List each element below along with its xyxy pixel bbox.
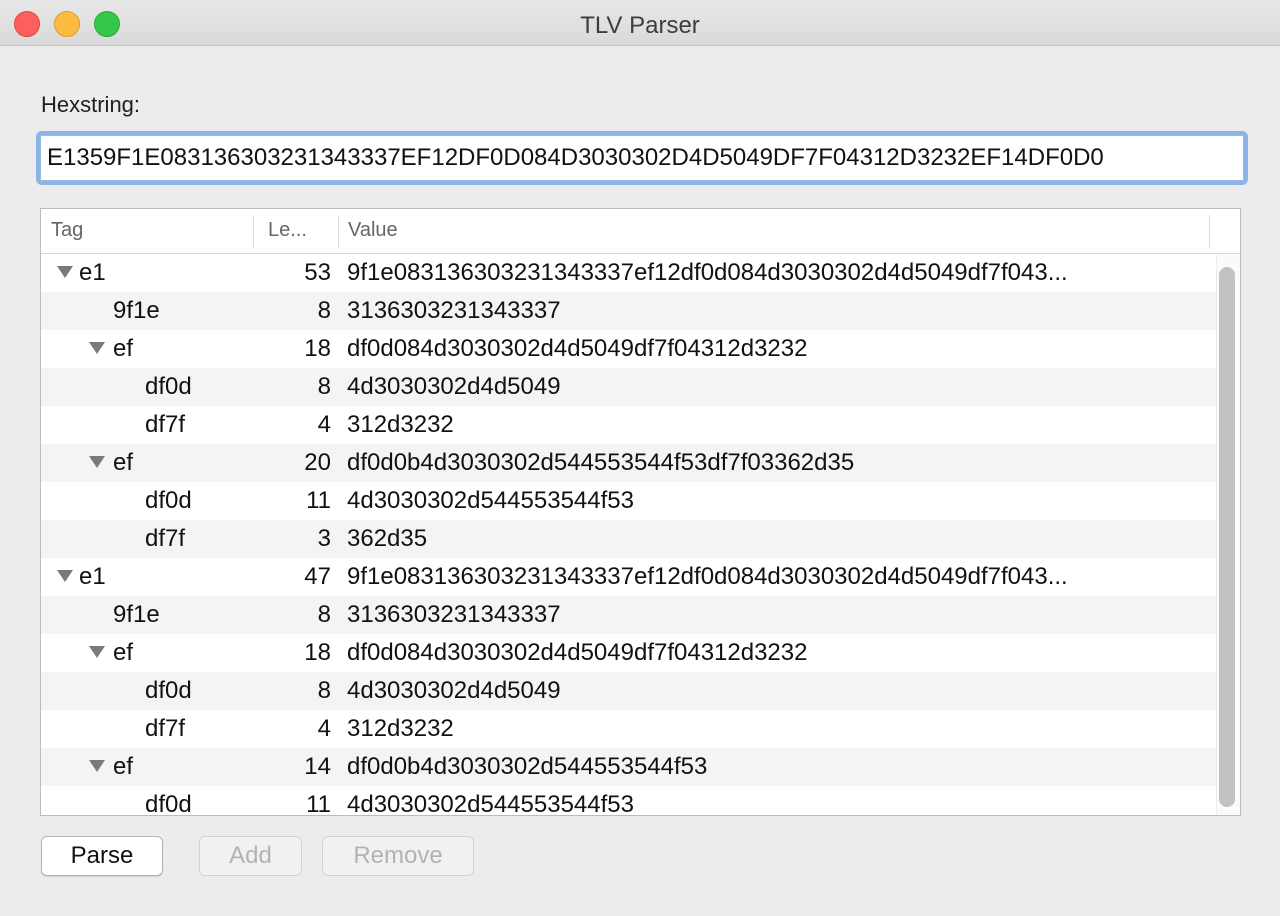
table-row[interactable]: df7f 4 312d3232: [41, 406, 1216, 444]
window-title: TLV Parser: [580, 12, 700, 39]
row-length: 3: [317, 525, 331, 552]
table-row[interactable]: ef 18 df0d084d3030302d4d5049df7f04312d3232: [41, 330, 1216, 368]
row-length: 14: [304, 753, 331, 780]
row-length: 53: [304, 259, 331, 286]
hexstring-field-focus-ring: [36, 131, 1248, 185]
table-row[interactable]: df0d 11 4d3030302d544553544f53: [41, 786, 1216, 816]
row-length: 4: [317, 411, 331, 438]
row-value: 3136303231343337: [347, 297, 561, 324]
table-row[interactable]: df0d 8 4d3030302d4d5049: [41, 672, 1216, 710]
row-tag: ef: [113, 639, 134, 666]
row-value: 3136303231343337: [347, 601, 561, 628]
remove-button[interactable]: Remove: [322, 836, 474, 876]
table-row[interactable]: df0d 8 4d3030302d4d5049: [41, 368, 1216, 406]
parse-button[interactable]: Parse: [41, 836, 163, 876]
row-value: 9f1e083136303231343337ef12df0d084d303030…: [347, 563, 1068, 590]
row-tag: df7f: [145, 525, 186, 552]
row-value: 312d3232: [347, 411, 454, 438]
disclosure-triangle-icon[interactable]: [57, 266, 73, 278]
add-button[interactable]: Add: [199, 836, 302, 876]
hexstring-input[interactable]: [40, 135, 1244, 181]
row-value: 4d3030302d544553544f53: [347, 487, 634, 514]
row-length: 18: [304, 335, 331, 362]
row-value: 312d3232: [347, 715, 454, 742]
row-tag: ef: [113, 449, 134, 476]
vertical-scrollbar-thumb[interactable]: [1219, 267, 1235, 807]
row-tag: df7f: [145, 411, 186, 438]
disclosure-triangle-icon[interactable]: [89, 760, 105, 772]
row-length: 8: [317, 297, 331, 324]
row-length: 4: [317, 715, 331, 742]
disclosure-triangle-icon[interactable]: [89, 342, 105, 354]
table-row[interactable]: 9f1e 8 3136303231343337: [41, 596, 1216, 634]
row-length: 11: [306, 791, 331, 816]
row-value: df0d084d3030302d4d5049df7f04312d3232: [347, 639, 808, 666]
title-bar: TLV Parser: [0, 0, 1280, 46]
disclosure-triangle-icon[interactable]: [89, 456, 105, 468]
column-header-value[interactable]: Value: [348, 219, 398, 242]
table-row[interactable]: df7f 3 362d35: [41, 520, 1216, 558]
column-header-length[interactable]: Le...: [268, 219, 307, 242]
row-length: 8: [317, 601, 331, 628]
row-tag: ef: [113, 335, 134, 362]
row-length: 8: [317, 677, 331, 704]
table-row[interactable]: df0d 11 4d3030302d544553544f53: [41, 482, 1216, 520]
column-divider[interactable]: [338, 215, 339, 248]
column-header-tag[interactable]: Tag: [51, 219, 83, 242]
row-length: 11: [306, 487, 331, 514]
row-value: 4d3030302d4d5049: [347, 677, 561, 704]
row-length: 8: [317, 373, 331, 400]
table-header: Tag Le... Value: [41, 209, 1240, 254]
tlv-outline-view[interactable]: Tag Le... Value e1 53 9f1e0831363032313433…: [40, 208, 1241, 816]
row-value: df0d084d3030302d4d5049df7f04312d3232: [347, 335, 808, 362]
table-rows: e1 53 9f1e083136303231343337ef12df0d084d30…: [41, 254, 1216, 816]
disclosure-triangle-icon[interactable]: [89, 646, 105, 658]
row-value: df0d0b4d3030302d544553544f53: [347, 753, 708, 780]
row-tag: e1: [79, 259, 106, 286]
row-value: 4d3030302d544553544f53: [347, 791, 634, 816]
table-row[interactable]: 9f1e 8 3136303231343337: [41, 292, 1216, 330]
row-tag: ef: [113, 753, 134, 780]
row-value: 4d3030302d4d5049: [347, 373, 561, 400]
row-tag: 9f1e: [113, 297, 160, 324]
table-row[interactable]: ef 20 df0d0b4d3030302d544553544f53df7f0336…: [41, 444, 1216, 482]
row-tag: df0d: [145, 487, 192, 514]
row-value: 9f1e083136303231343337ef12df0d084d303030…: [347, 259, 1068, 286]
row-value: 362d35: [347, 525, 428, 552]
hexstring-label: Hexstring:: [41, 92, 141, 117]
table-row[interactable]: ef 14 df0d0b4d3030302d544553544f53: [41, 748, 1216, 786]
column-divider[interactable]: [253, 215, 254, 248]
table-row[interactable]: df7f 4 312d3232: [41, 710, 1216, 748]
row-length: 20: [304, 449, 331, 476]
row-length: 18: [304, 639, 331, 666]
row-tag: df0d: [145, 791, 192, 816]
row-value: df0d0b4d3030302d544553544f53df7f03362d35: [347, 449, 855, 476]
row-tag: e1: [79, 563, 106, 590]
table-row[interactable]: e1 53 9f1e083136303231343337ef12df0d084d30…: [41, 254, 1216, 292]
column-divider[interactable]: [1209, 215, 1210, 248]
row-tag: df0d: [145, 373, 192, 400]
row-length: 47: [304, 563, 331, 590]
table-row[interactable]: ef 18 df0d084d3030302d4d5049df7f04312d3232: [41, 634, 1216, 672]
row-tag: df7f: [145, 715, 186, 742]
row-tag: df0d: [145, 677, 192, 704]
disclosure-triangle-icon[interactable]: [57, 570, 73, 582]
row-tag: 9f1e: [113, 601, 160, 628]
table-row[interactable]: e1 47 9f1e083136303231343337ef12df0d084d30…: [41, 558, 1216, 596]
